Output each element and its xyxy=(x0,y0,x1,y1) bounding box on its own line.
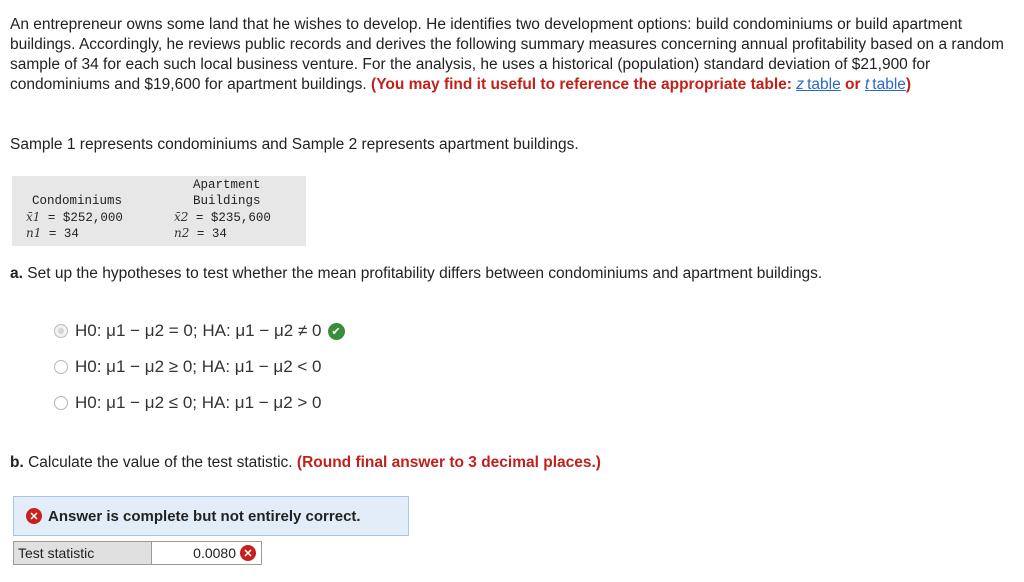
n2-size: n2 = 34 xyxy=(174,226,227,241)
part-a-question: a. Set up the hypotheses to test whether… xyxy=(10,265,823,282)
hypothesis-option-2[interactable]: H0: μ1 − μ2 ≥ 0; HA: μ1 − μ2 < 0 xyxy=(54,356,322,378)
col-header-apartment-line2: Buildings xyxy=(193,194,261,208)
col-header-apartment-line1: Apartment xyxy=(193,178,261,192)
option-text: H0: μ1 − μ2 = 0; HA: μ1 − μ2 ≠ 0 xyxy=(75,321,322,340)
sample-note: Sample 1 represents condominiums and Sam… xyxy=(10,136,579,153)
option-text: H0: μ1 − μ2 ≤ 0; HA: μ1 − μ2 > 0 xyxy=(75,393,322,412)
z-table-link[interactable]: z table xyxy=(796,76,840,93)
radio-unselected[interactable] xyxy=(54,396,68,410)
correct-check-icon: ✔ xyxy=(327,322,345,340)
n1-size: n1 = 34 xyxy=(26,226,79,241)
incorrect-x-icon: ✕ xyxy=(240,545,256,561)
test-statistic-value: 0.0080 xyxy=(193,545,236,561)
option-text: H0: μ1 − μ2 ≥ 0; HA: μ1 − μ2 < 0 xyxy=(75,357,322,376)
answer-row: Test statistic 0.0080 ✕ xyxy=(13,541,262,565)
hypothesis-option-3[interactable]: H0: μ1 − μ2 ≤ 0; HA: μ1 − μ2 > 0 xyxy=(54,392,322,414)
radio-selected[interactable] xyxy=(54,324,68,338)
feedback-message: Answer is complete but not entirely corr… xyxy=(48,507,361,525)
part-b-question: b. Calculate the value of the test stati… xyxy=(10,454,601,471)
rounding-instruction: (Round final answer to 3 decimal places.… xyxy=(296,454,601,471)
radio-unselected[interactable] xyxy=(54,360,68,374)
feedback-banner: ✕ Answer is complete but not entirely co… xyxy=(13,496,409,536)
incorrect-x-icon: ✕ xyxy=(26,508,42,524)
table-hint: (You may find it useful to reference the… xyxy=(371,76,912,93)
hypothesis-option-1[interactable]: H0: μ1 − μ2 = 0; HA: μ1 − μ2 ≠ 0 ✔ xyxy=(54,320,345,342)
x1-mean: x̄1 = $252,000 xyxy=(26,210,123,225)
test-statistic-input[interactable]: 0.0080 ✕ xyxy=(152,541,262,565)
test-statistic-label: Test statistic xyxy=(13,541,152,565)
t-table-link[interactable]: t table xyxy=(865,76,906,93)
summary-table: Condominiums Apartment Buildings x̄1 = $… xyxy=(12,176,306,246)
problem-statement: An entrepreneur owns some land that he w… xyxy=(10,15,1018,95)
x2-mean: x̄2 = $235,600 xyxy=(174,210,271,225)
col-header-condominiums: Condominiums xyxy=(32,194,123,208)
